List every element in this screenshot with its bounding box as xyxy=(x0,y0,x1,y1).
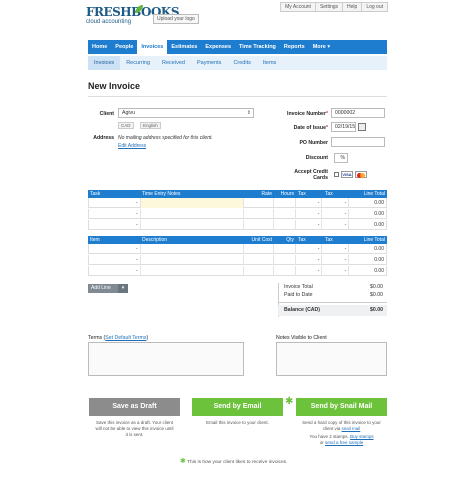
po-label: PO Number xyxy=(299,140,328,146)
accept-cards-checkbox[interactable] xyxy=(334,172,339,177)
date-label: Date of Issue* xyxy=(293,125,328,131)
free-sample-link[interactable]: send a free sample xyxy=(325,440,363,445)
footnote: ✱ This is how your client likes to recei… xyxy=(180,458,288,465)
address-label: Address xyxy=(93,135,114,141)
subnav-items[interactable]: Items xyxy=(257,56,282,70)
sub-nav: Invoices Recurring Received Payments Cre… xyxy=(88,56,387,70)
chevron-down-icon[interactable]: ▾ xyxy=(118,284,128,293)
client-label: Client xyxy=(99,111,114,117)
main-nav: Home People Invoices Estimates Expenses … xyxy=(88,40,387,54)
upload-logo-button[interactable]: Upload your logo xyxy=(153,14,199,24)
po-input[interactable] xyxy=(331,137,385,147)
subnav-credits[interactable]: Credits xyxy=(227,56,256,70)
client-select[interactable]: Agivu ⇕ xyxy=(118,108,254,118)
accept-cards-label: Accept Credit Cards xyxy=(294,169,328,181)
invoice-number-label: Invoice Number* xyxy=(287,111,328,117)
my-account-link[interactable]: My Account xyxy=(280,2,316,12)
draft-description: Save this invoice as a draft. Your clien… xyxy=(95,420,174,437)
calendar-icon[interactable] xyxy=(358,123,366,131)
nav-invoices[interactable]: Invoices xyxy=(137,40,168,54)
totals-panel: Invoice Total $0.00 Paid to Date $0.00 xyxy=(278,283,387,299)
table-row[interactable]: - - - 0.00 xyxy=(88,209,387,219)
help-link[interactable]: Help xyxy=(342,2,363,12)
client-value: Agivu xyxy=(122,110,135,116)
subnav-received[interactable]: Received xyxy=(156,56,191,70)
select-arrow-icon: ⇕ xyxy=(246,110,251,116)
visa-icon: VISA xyxy=(341,171,353,178)
email-description: Email this invoice to your client. xyxy=(206,420,269,425)
date-input[interactable]: 02/19/15 xyxy=(331,122,356,132)
task-table-header: Task Time Entry Notes Rate Hours Tax Tax… xyxy=(88,190,387,198)
paid-to-date-row: Paid to Date $0.00 xyxy=(284,292,383,298)
mail-description: Send a hard copy of this invoice to your… xyxy=(302,420,381,445)
star-icon: ✱ xyxy=(180,458,186,465)
balance-row: Balance (CAD) $0.00 xyxy=(278,305,387,316)
invoice-total-row: Invoice Total $0.00 xyxy=(284,284,383,290)
nav-home[interactable]: Home xyxy=(88,40,111,54)
nav-expenses[interactable]: Expenses xyxy=(201,40,235,54)
notes-label: Notes Visible to Client xyxy=(276,335,327,341)
table-row[interactable]: - - - 0.00 xyxy=(88,198,387,208)
subnav-recurring[interactable]: Recurring xyxy=(120,56,156,70)
discount-label: Discount xyxy=(305,155,328,161)
leaf-icon xyxy=(135,5,143,13)
nav-people[interactable]: People xyxy=(111,40,137,54)
logo-tagline: cloud accounting xyxy=(86,19,132,25)
buy-stamps-link[interactable]: Buy stamps xyxy=(350,434,374,439)
nav-time-tracking[interactable]: Time Tracking xyxy=(235,40,280,54)
table-row[interactable]: - - - 0.00 xyxy=(88,266,387,276)
currency-select[interactable]: CAD xyxy=(118,122,134,129)
terms-textarea[interactable] xyxy=(88,342,244,376)
set-default-terms-link[interactable]: Set Default Terms xyxy=(105,335,146,341)
language-select[interactable]: English xyxy=(140,122,161,129)
mastercard-icon xyxy=(355,171,367,178)
totals-line xyxy=(278,302,387,303)
terms-label: Terms (Set Default Terms) xyxy=(88,335,149,341)
edit-address-link[interactable]: Edit Address xyxy=(118,143,146,149)
table-row[interactable]: - - - 0.00 xyxy=(88,244,387,254)
send-by-snail-mail-button[interactable]: Send by Snail Mail xyxy=(296,398,387,416)
top-utility-links: My Account Settings Help Log out xyxy=(280,2,388,12)
page-title: New Invoice xyxy=(88,81,141,91)
subnav-invoices[interactable]: Invoices xyxy=(88,56,121,70)
table-row[interactable]: - - - 0.00 xyxy=(88,255,387,265)
item-table-header: Item Description Unit Cost Qty Tax Tax L… xyxy=(88,236,387,244)
preferred-star-icon: ✱ xyxy=(285,396,294,407)
table-row[interactable]: - - - 0.00 xyxy=(88,220,387,230)
snail-mail-link[interactable]: snail mail xyxy=(342,426,361,431)
address-text: No mailing address specified for this cl… xyxy=(118,135,213,141)
send-by-email-button[interactable]: Send by Email xyxy=(192,398,283,416)
nav-reports[interactable]: Reports xyxy=(280,40,309,54)
notes-textarea[interactable] xyxy=(276,342,387,376)
logout-link[interactable]: Log out xyxy=(361,2,388,12)
add-line-button[interactable]: Add Line ▾ xyxy=(88,284,128,293)
nav-more[interactable]: More ▾ xyxy=(309,40,334,54)
nav-estimates[interactable]: Estimates xyxy=(167,40,201,54)
title-divider xyxy=(88,96,387,97)
save-as-draft-button[interactable]: Save as Draft xyxy=(89,398,180,416)
discount-input[interactable]: % xyxy=(334,153,348,163)
invoice-number-input[interactable]: 0000002 xyxy=(331,108,385,118)
subnav-payments[interactable]: Payments xyxy=(191,56,227,70)
settings-link[interactable]: Settings xyxy=(314,2,344,12)
